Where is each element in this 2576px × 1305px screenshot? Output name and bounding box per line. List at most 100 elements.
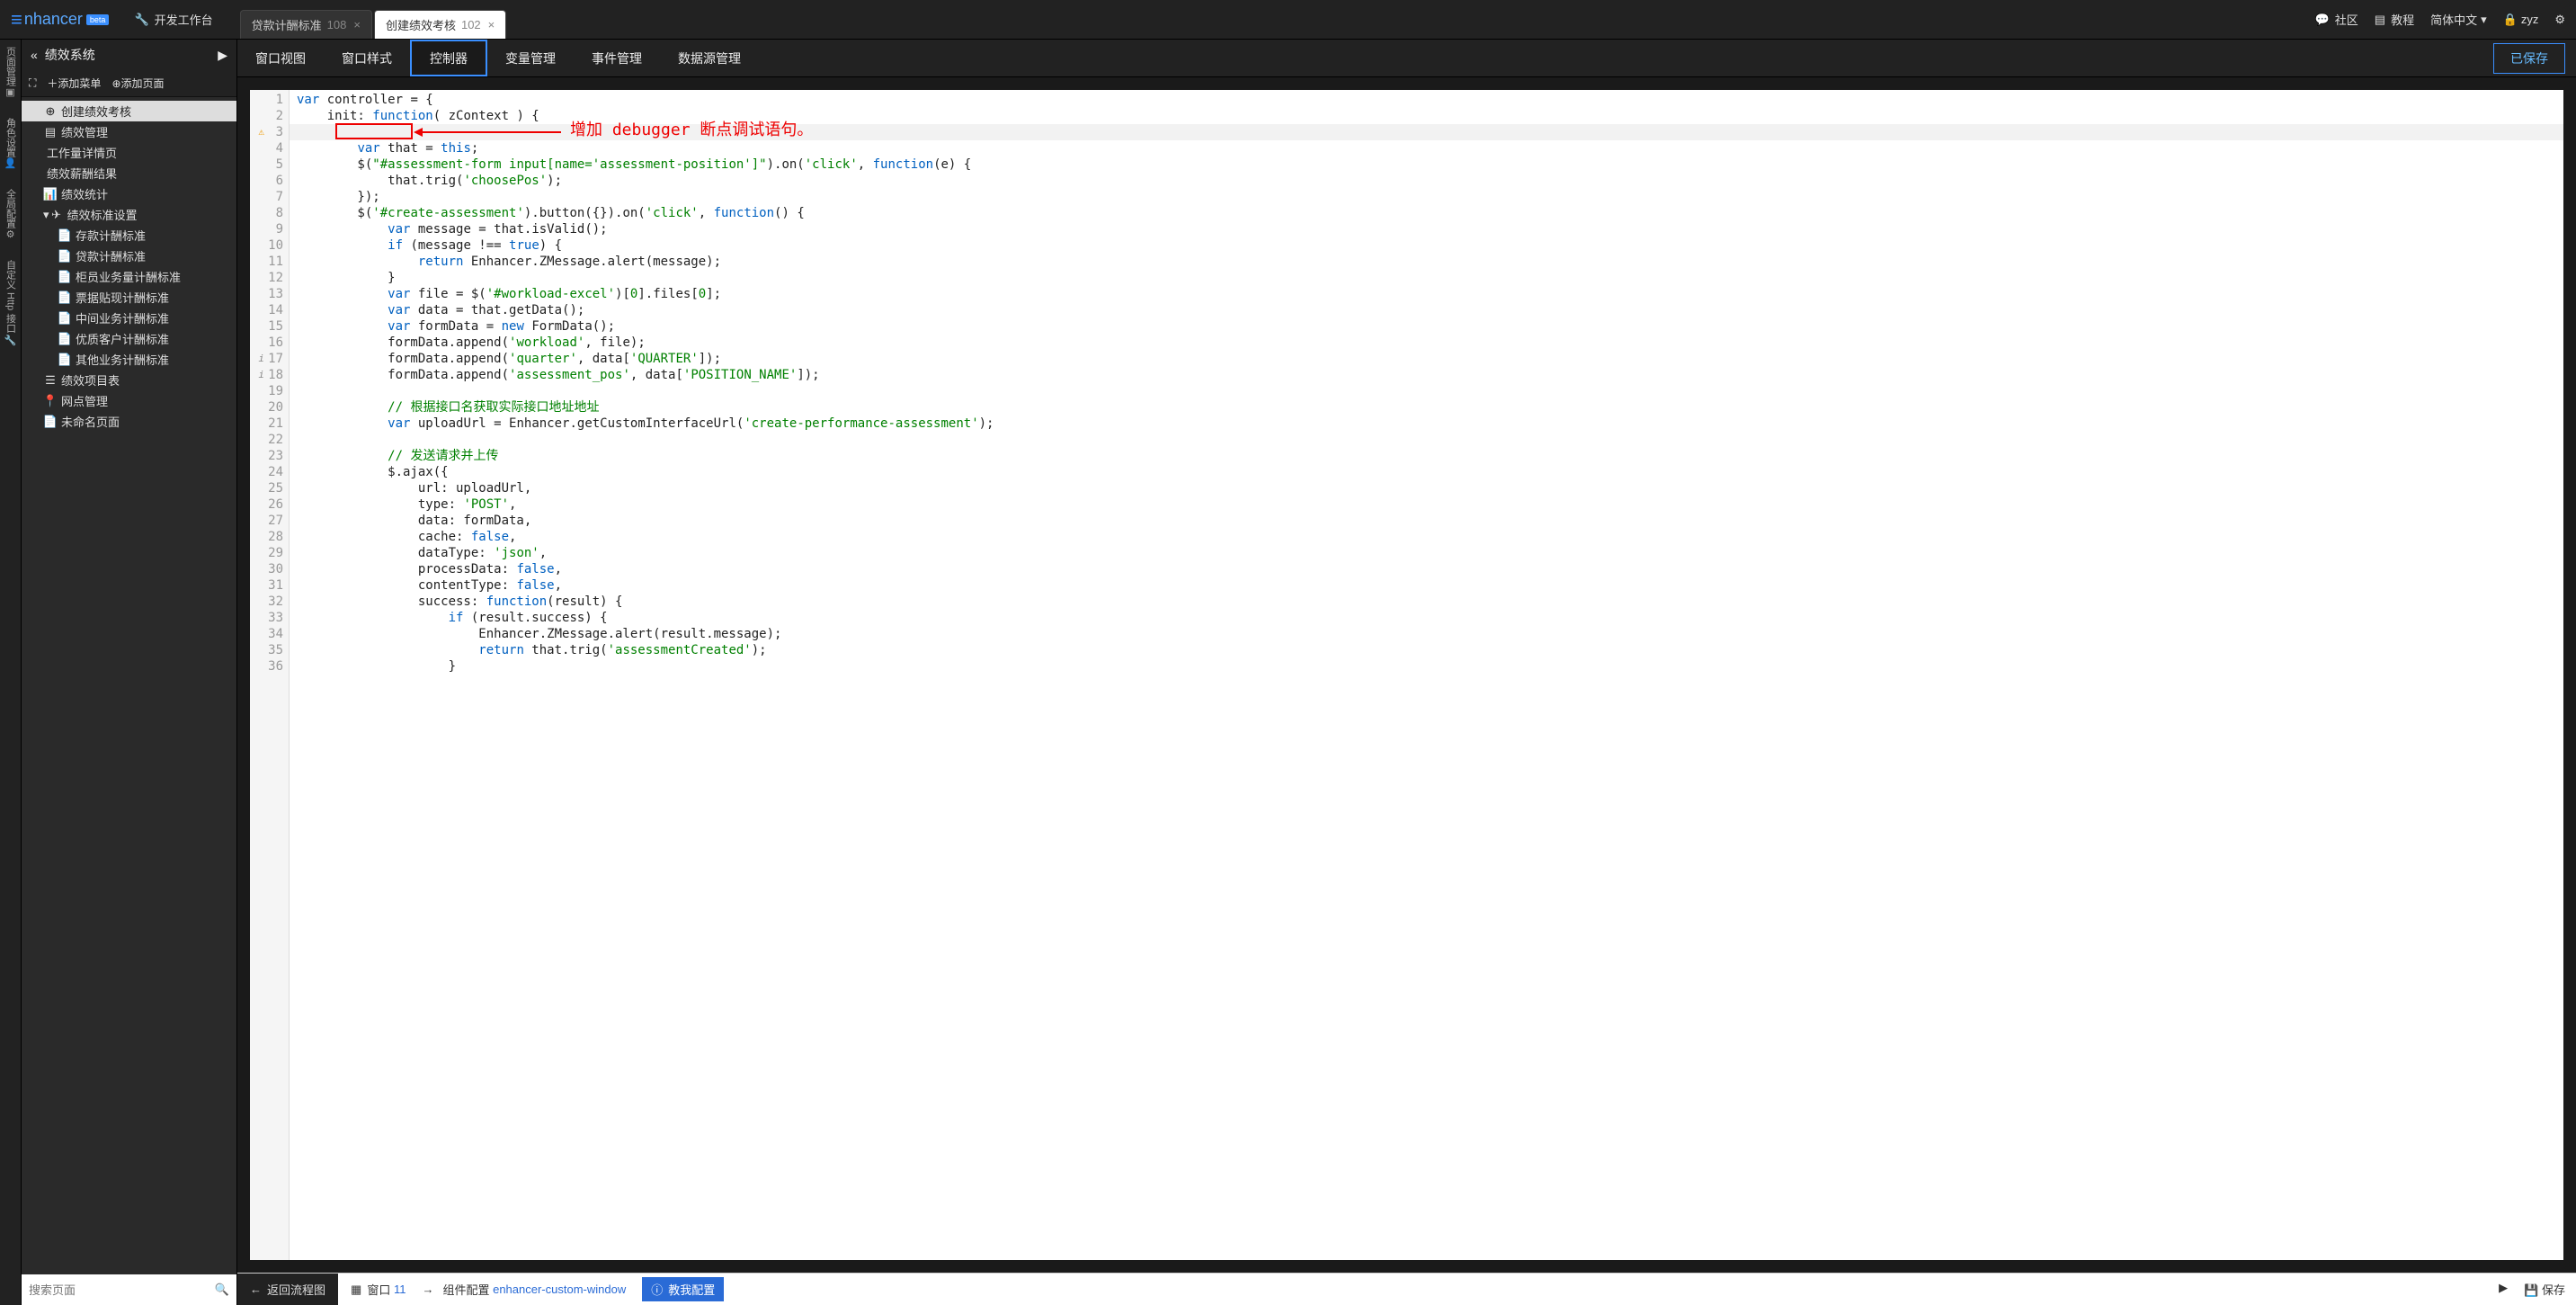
file-tab[interactable]: 贷款计酬标准108×: [240, 10, 372, 39]
play-button[interactable]: ▶: [2499, 1281, 2508, 1298]
code-line[interactable]: type: 'POST',: [297, 496, 2556, 513]
wrench-icon: 🔧: [4, 334, 16, 345]
code-line[interactable]: });: [297, 189, 2556, 205]
book-icon: ▤: [2375, 13, 2385, 27]
tree-item[interactable]: ⊕创建绩效考核: [22, 101, 236, 121]
code-content[interactable]: var controller = { init: function( zCont…: [290, 90, 2563, 676]
line-number: 8: [250, 205, 283, 221]
tree-item[interactable]: 📄中间业务计酬标准: [22, 308, 236, 328]
arrow-tip-icon: [414, 128, 423, 137]
tree-item[interactable]: 📄贷款计酬标准: [22, 246, 236, 266]
tree-item[interactable]: 📄柜员业务量计酬标准: [22, 266, 236, 287]
search-input[interactable]: [29, 1283, 215, 1297]
code-line[interactable]: $('#create-assessment').button({}).on('c…: [297, 205, 2556, 221]
tree-item[interactable]: 📄优质客户计酬标准: [22, 328, 236, 349]
code-line[interactable]: formData.append('quarter', data['QUARTER…: [297, 351, 2556, 367]
sub-tab[interactable]: 事件管理: [574, 40, 660, 76]
code-line[interactable]: // 根据接口名获取实际接口地址地址: [297, 399, 2556, 416]
code-line[interactable]: Enhancer.ZMessage.alert(result.message);: [297, 626, 2556, 642]
sub-tab[interactable]: 变量管理: [487, 40, 574, 76]
sub-tab[interactable]: 数据源管理: [660, 40, 759, 76]
community-link[interactable]: 💬 社区: [2315, 11, 2358, 28]
save-button[interactable]: 💾 保存: [2524, 1281, 2565, 1298]
sub-tab[interactable]: 窗口视图: [237, 40, 324, 76]
back-button[interactable]: ← 返回流程图: [237, 1274, 338, 1305]
code-line[interactable]: that.trig('choosePos');: [297, 173, 2556, 189]
tree-item[interactable]: 📄存款计酬标准: [22, 225, 236, 246]
close-icon[interactable]: ×: [488, 18, 495, 31]
code-editor[interactable]: 12⚠345678910111213141516i17i181920212223…: [250, 90, 2563, 1260]
add-menu-button[interactable]: ＋ 添加菜单: [47, 76, 101, 91]
tree-item[interactable]: ▤绩效管理: [22, 121, 236, 142]
user-menu[interactable]: 🔒 zyz: [2503, 13, 2539, 27]
code-line[interactable]: var message = that.isValid();: [297, 221, 2556, 237]
code-line[interactable]: var that = this;: [297, 140, 2556, 156]
teach-button[interactable]: ⓘ 教我配置: [642, 1277, 724, 1301]
rail-item[interactable]: 全局配置 ⚙: [4, 189, 18, 244]
rail-item[interactable]: 角色设置 👤: [4, 118, 18, 173]
side-rail: 页面管理 ▣ 角色设置 👤 全局配置 ⚙ 自定义 Http 接口 🔧: [0, 40, 22, 1305]
line-number: 26: [250, 496, 283, 513]
tree-item[interactable]: 绩效薪酬结果: [22, 163, 236, 183]
code-line[interactable]: var formData = new FormData();: [297, 318, 2556, 335]
code-line[interactable]: processData: false,: [297, 561, 2556, 577]
code-line[interactable]: dataType: 'json',: [297, 545, 2556, 561]
close-icon[interactable]: ×: [353, 18, 361, 31]
code-line[interactable]: var file = $('#workload-excel')[0].files…: [297, 286, 2556, 302]
sub-tab[interactable]: 窗口样式: [324, 40, 410, 76]
tree-item[interactable]: 📄其他业务计酬标准: [22, 349, 236, 370]
tree-item[interactable]: 📍网点管理: [22, 390, 236, 411]
tree-item[interactable]: 📊绩效统计: [22, 183, 236, 204]
rail-item[interactable]: 自定义 Http 接口 🔧: [4, 260, 18, 349]
tree-item[interactable]: 工作量详情页: [22, 142, 236, 163]
workbench-button[interactable]: 🔧 开发工作台: [134, 11, 212, 28]
code-line[interactable]: }: [297, 270, 2556, 286]
tree-item[interactable]: 📄未命名页面: [22, 411, 236, 432]
code-line[interactable]: formData.append('workload', file);: [297, 335, 2556, 351]
line-number: 32: [250, 594, 283, 610]
tree-item[interactable]: 📄票据贴现计酬标准: [22, 287, 236, 308]
code-line[interactable]: return Enhancer.ZMessage.alert(message);: [297, 254, 2556, 270]
code-line[interactable]: // 发送请求并上传: [297, 448, 2556, 464]
file-tab[interactable]: 创建绩效考核102×: [374, 10, 506, 39]
search-icon[interactable]: 🔍: [215, 1283, 229, 1297]
line-number: 7: [250, 189, 283, 205]
code-line[interactable]: $.ajax({: [297, 464, 2556, 480]
pin-icon: 📍: [43, 394, 58, 408]
component-breadcrumb[interactable]: 组件配置 enhancer-custom-window: [442, 1281, 626, 1298]
code-line[interactable]: $("#assessment-form input[name='assessme…: [297, 156, 2556, 173]
code-line[interactable]: [297, 383, 2556, 399]
code-line[interactable]: data: formData,: [297, 513, 2556, 529]
gear-icon: ⚙: [4, 228, 16, 240]
code-line[interactable]: formData.append('assessment_pos', data['…: [297, 367, 2556, 383]
code-line[interactable]: success: function(result) {: [297, 594, 2556, 610]
code-line[interactable]: return that.trig('assessmentCreated');: [297, 642, 2556, 658]
chevron-left-icon[interactable]: «: [31, 48, 38, 62]
code-line[interactable]: }: [297, 658, 2556, 675]
code-line[interactable]: var data = that.getData();: [297, 302, 2556, 318]
sub-tab[interactable]: 控制器: [410, 40, 487, 76]
save-icon: 💾: [2524, 1283, 2538, 1297]
logo[interactable]: ≡ nhancer beta: [11, 8, 109, 31]
code-line[interactable]: url: uploadUrl,: [297, 480, 2556, 496]
code-line[interactable]: [297, 432, 2556, 448]
rail-item[interactable]: 页面管理 ▣: [4, 47, 18, 102]
add-page-button[interactable]: ⊕ 添加页面: [111, 76, 164, 91]
code-line[interactable]: contentType: false,: [297, 577, 2556, 594]
code-line[interactable]: var controller = {: [297, 92, 2556, 108]
tree-item[interactable]: ☰绩效项目表: [22, 370, 236, 390]
tutorial-link[interactable]: ▤ 教程: [2375, 11, 2414, 28]
code-line[interactable]: cache: false,: [297, 529, 2556, 545]
code-line[interactable]: if (result.success) {: [297, 610, 2556, 626]
play-icon[interactable]: ▶: [218, 48, 227, 63]
code-line[interactable]: if (message !== true) {: [297, 237, 2556, 254]
expand-icon[interactable]: ⛶: [29, 76, 36, 90]
annotation-arrow: [417, 131, 561, 133]
code-line[interactable]: var uploadUrl = Enhancer.getCustomInterf…: [297, 416, 2556, 432]
settings-button[interactable]: ⚙: [2554, 13, 2565, 27]
tree-item[interactable]: ▾ ✈绩效标准设置: [22, 204, 236, 225]
line-number: i17: [250, 351, 283, 367]
doc-icon: 📄: [43, 415, 58, 429]
language-select[interactable]: 简体中文 ▾: [2430, 11, 2487, 28]
window-breadcrumb[interactable]: ▦ 窗口 11: [351, 1281, 406, 1298]
